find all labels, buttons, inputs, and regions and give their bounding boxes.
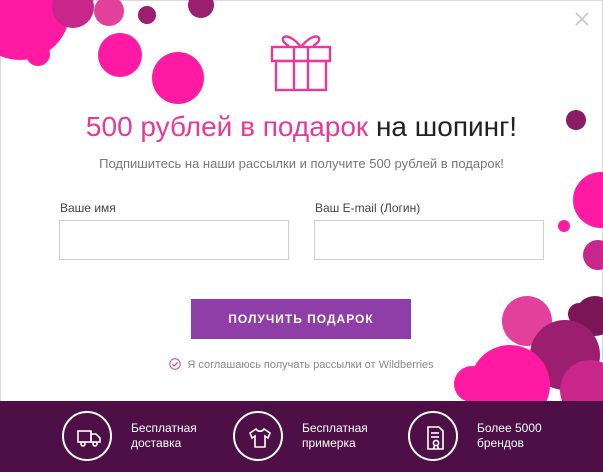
- decor-bubble: [188, 0, 214, 18]
- tshirt-icon: [233, 411, 283, 461]
- decor-bubble: [138, 6, 156, 24]
- decor-bubble: [26, 42, 50, 66]
- decor-bubble: [583, 240, 603, 270]
- consent-label: Я соглашаюсь получать рассылки от Wildbe…: [187, 359, 434, 371]
- benefit-fitting-text: Бесплатная примерка: [302, 421, 368, 450]
- gift-icon: [267, 26, 335, 94]
- decor-bubble: [94, 0, 124, 26]
- decor-bubble: [152, 52, 204, 104]
- email-input[interactable]: [314, 220, 544, 260]
- decor-bubble: [98, 33, 142, 77]
- benefit-brands-text: Более 5000 брендов: [477, 421, 542, 450]
- headline-rest: на шопинг!: [375, 111, 518, 142]
- promo-headline: 500 рублей в подарок на шопинг!: [0, 111, 603, 143]
- certificate-icon: [408, 411, 458, 461]
- name-input[interactable]: [59, 220, 289, 260]
- promo-subtitle: Подпишитесь на наши рассылки и получите …: [99, 156, 504, 171]
- subscription-modal: 500 рублей в подарок на шопинг! Подпишит…: [0, 0, 603, 472]
- decor-bubble: [558, 220, 570, 232]
- consent-checkbox[interactable]: [169, 358, 182, 370]
- name-label: Ваше имя: [60, 201, 116, 215]
- close-icon[interactable]: [573, 10, 591, 28]
- headline-accent: 500 рублей в подарок: [85, 111, 369, 142]
- decor-bubble: [454, 366, 490, 402]
- decor-bubble: [573, 172, 603, 228]
- consent-row: Я соглашаюсь получать рассылки от Wildbe…: [0, 358, 603, 371]
- delivery-truck-icon: [62, 411, 112, 461]
- get-gift-button[interactable]: ПОЛУЧИТЬ ПОДАРОК: [191, 299, 411, 339]
- benefit-delivery-text: Бесплатная доставка: [131, 421, 197, 450]
- benefits-footer: Бесплатная доставка Бесплатная примерка: [0, 401, 603, 472]
- email-label: Ваш E-mail (Логин): [315, 201, 421, 215]
